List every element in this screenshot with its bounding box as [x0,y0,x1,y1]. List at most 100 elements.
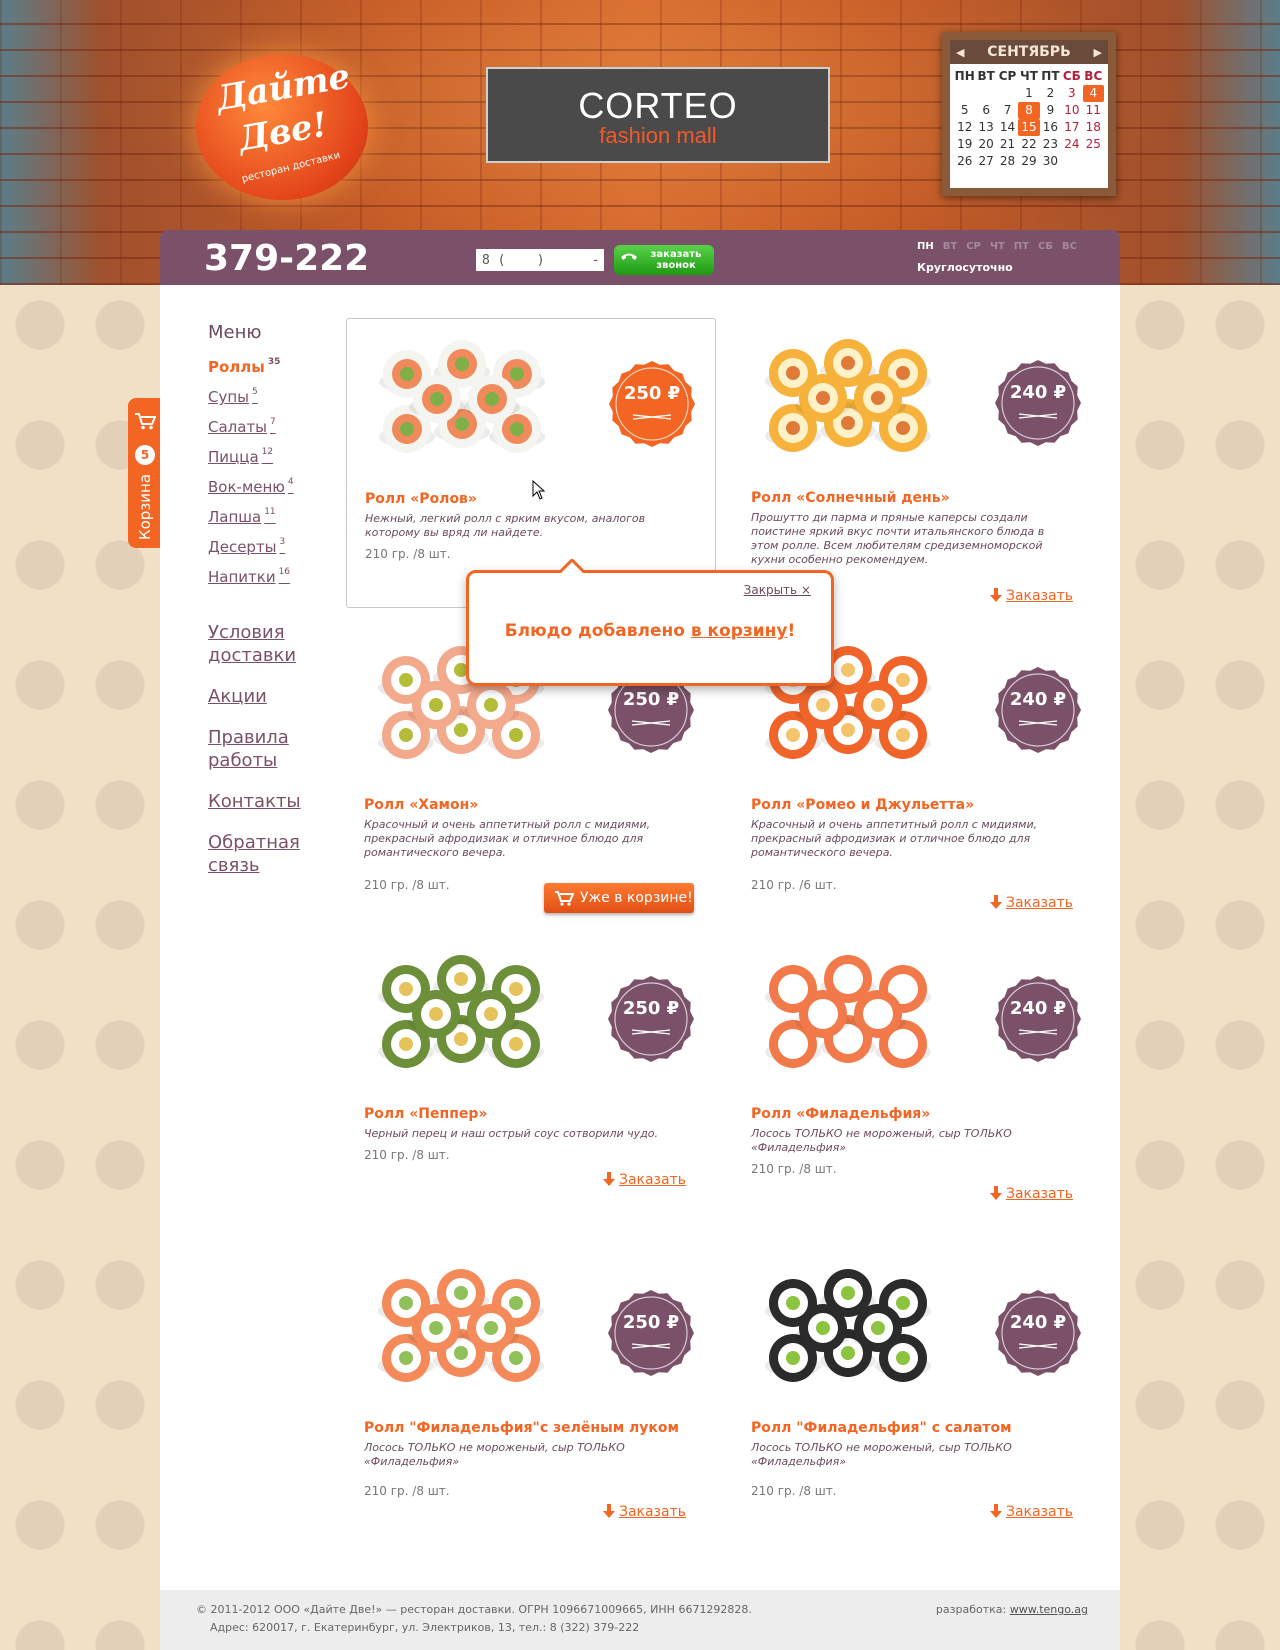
calendar-day[interactable]: 4 [1082,85,1104,102]
calendar-day[interactable]: 10 [1061,102,1082,119]
product-description: Нежный, легкий ролл с ярким вкусом, анал… [365,512,646,539]
calendar-day[interactable]: 12 [954,119,975,136]
calendar-day[interactable]: 18 [1083,119,1104,136]
product-title[interactable]: Ролл «Филадельфия» [751,1106,1091,1122]
site-logo[interactable]: Дайте Две! ресторан доставки [196,54,368,200]
cart-tab[interactable]: 5 Корзина [128,398,160,548]
calendar-day[interactable]: 30 [1040,153,1061,170]
arrow-down-icon [989,588,1002,602]
calendar-day [997,85,1018,102]
order-call-button[interactable]: заказать звонок [614,245,714,275]
product-image[interactable] [367,329,582,479]
product-card: 250 ₽ Ролл "Филадельфия"с зелёным луком Ло… [346,1248,716,1538]
product-image[interactable] [753,944,968,1094]
product-title[interactable]: Ролл «Хамон» [364,797,704,813]
product-weight: 210 гр. /8 шт. [364,1148,450,1162]
calendar-weekday: ПН [954,69,975,83]
order-link[interactable]: Заказать [989,895,1073,911]
price-badge: 250 ₽ [608,1290,694,1376]
sidebar-category[interactable]: Вок-меню 4 [208,477,348,507]
calendar-day[interactable]: 25 [1083,136,1104,153]
calendar-day[interactable]: 17 [1061,119,1082,136]
developer-link[interactable]: www.tengo.ag [1010,1603,1088,1616]
calendar-day[interactable]: 29 [1018,153,1039,170]
calendar-day[interactable]: 13 [975,119,996,136]
calendar-day[interactable]: 26 [954,153,975,170]
calendar-next-icon[interactable]: ▶ [1094,46,1102,59]
popup-cart-link[interactable]: в корзину [691,621,788,641]
product-title[interactable]: Ролл «Ромео и Джульетта» [751,797,1091,813]
calendar-day[interactable]: 2 [1040,85,1061,102]
work-day: СБ [1037,241,1053,252]
sidebar-category[interactable]: Салаты 7 [208,417,348,447]
price-badge: 250 ₽ [609,361,695,447]
order-link[interactable]: Заказать [989,1186,1073,1202]
calendar-day[interactable]: 1 [1018,85,1039,102]
calendar-day[interactable]: 9 [1040,102,1061,119]
popup-message: Блюдо добавлено в корзину! [504,621,796,641]
calendar-day[interactable]: 24 [1061,136,1082,153]
order-link[interactable]: Заказать [989,588,1073,604]
sidebar-category[interactable]: Лапша 11 [208,507,348,537]
popup-close-link[interactable]: Закрыть × [744,583,811,597]
calendar-weekday: ВТ [977,69,995,83]
product-title[interactable]: Ролл "Филадельфия" с салатом [751,1420,1091,1436]
banner-subtitle: fashion mall [599,123,717,148]
sidebar-category[interactable]: Десерты 3 [208,537,348,567]
calendar-day[interactable]: 14 [997,119,1018,136]
calendar-day[interactable]: 28 [997,153,1018,170]
category-count: 5 [252,387,258,397]
order-link[interactable]: Заказать [602,1504,686,1520]
already-in-cart-button[interactable]: Уже в корзине! [544,883,694,913]
sidebar-link[interactable]: Контакты [208,790,348,813]
sidebar-category[interactable]: Роллы 35 [208,357,348,387]
sidebar-category[interactable]: Супы 5 [208,387,348,417]
sidebar: Меню Роллы 35 Супы 5 Салаты 7 Пицца 12 Вок-меню 4… [208,322,348,877]
product-title[interactable]: Ролл "Филадельфия"с зелёным луком [364,1420,704,1436]
calendar-day[interactable]: 15 [1018,119,1040,136]
product-image[interactable] [366,1258,581,1408]
product-weight: 210 гр. /6 шт. [751,878,837,892]
category-count: 12 [261,447,274,457]
calendar-weekday: СР [998,69,1017,83]
product-card: 250 ₽ Ролл «Ролов» Нежный, легкий ролл с я… [346,318,716,608]
sidebar-link[interactable]: Условия доставки [208,621,298,667]
calendar-day[interactable]: 8 [1018,102,1040,119]
sidebar-link[interactable]: Правила работы [208,726,298,772]
calendar-day[interactable]: 22 [1018,136,1039,153]
mouse-cursor-icon [532,480,546,500]
product-image[interactable] [753,328,968,478]
sidebar-link[interactable]: Акции [208,685,348,708]
calendar-day[interactable]: 27 [975,153,996,170]
calendar-day[interactable]: 21 [997,136,1018,153]
calendar-prev-icon[interactable]: ◀ [956,46,964,59]
price-badge: 240 ₽ [995,976,1081,1062]
calendar-day[interactable]: 5 [954,102,975,119]
calendar-day[interactable]: 16 [1040,119,1061,136]
calendar-weekday: СБ [1062,69,1081,83]
calendar-day [1083,153,1104,170]
calendar-day[interactable]: 19 [954,136,975,153]
sidebar-category[interactable]: Напитки 16 [208,567,348,597]
product-title[interactable]: Ролл «Пеппер» [364,1106,704,1122]
product-description: Лосось ТОЛЬКО не мороженый, сыр ТОЛЬКО «… [751,1441,1012,1468]
calendar-day[interactable]: 6 [975,102,996,119]
footer: © 2011-2012 ООО «Дайте Две!» — ресторан … [160,1590,1120,1650]
product-image[interactable] [366,944,581,1094]
sidebar-link[interactable]: Обратная связь [208,831,300,877]
corteo-banner[interactable]: CORTEO fashion mall [486,67,830,163]
arrow-down-icon [602,1504,615,1518]
product-image[interactable] [753,1258,968,1408]
calendar-day[interactable]: 3 [1061,85,1082,102]
cart-icon [135,413,156,430]
order-link[interactable]: Заказать [602,1172,686,1188]
calendar-widget: ◀ СЕНТЯБРЬ ▶ ПН ВТ СР ЧТ ПТ СБ ВС 1 2 3 4 5 6 7 8 9 10 11… [942,32,1116,196]
order-link[interactable]: Заказать [989,1504,1073,1520]
callback-phone-input[interactable] [476,249,604,271]
product-title[interactable]: Ролл «Солнечный день» [751,490,1091,506]
calendar-day[interactable]: 11 [1083,102,1104,119]
calendar-day[interactable]: 20 [975,136,996,153]
calendar-day[interactable]: 23 [1040,136,1061,153]
calendar-day[interactable]: 7 [997,102,1018,119]
sidebar-category[interactable]: Пицца 12 [208,447,348,477]
